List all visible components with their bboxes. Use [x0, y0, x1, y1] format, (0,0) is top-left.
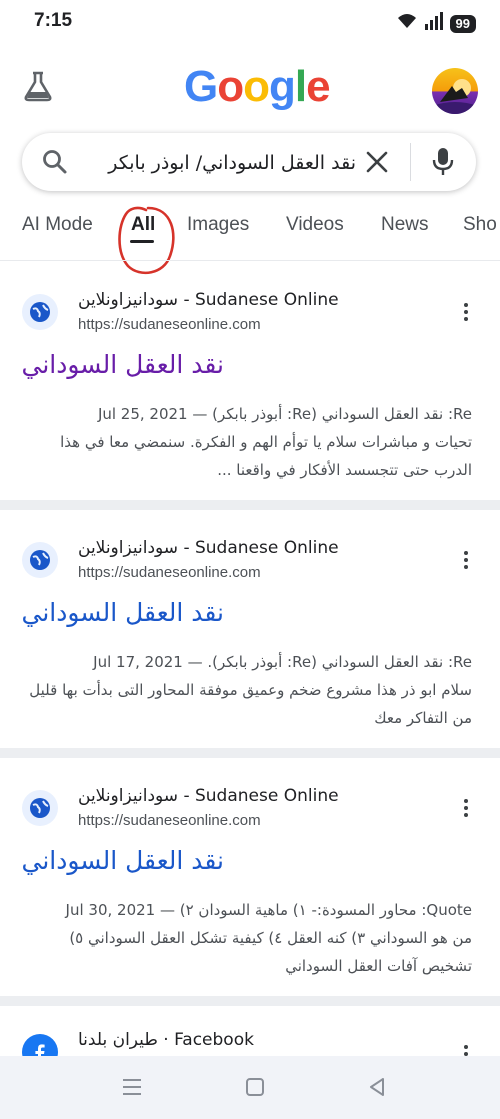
result-snippet: Re: نقد العقل السوداني (Re: أبوذر بابكر)… [22, 400, 472, 484]
search-icon[interactable] [42, 149, 68, 180]
search-result: سودانيزاونلاين - Sudanese Online https:/… [0, 774, 500, 996]
result-title-link[interactable]: نقد العقل السوداني [22, 350, 224, 379]
header: Google [0, 52, 500, 124]
tab-ai-mode[interactable]: AI Mode [22, 214, 93, 236]
google-logo: Google [184, 62, 331, 112]
site-url[interactable]: https://sudaneseonline.com [78, 564, 261, 581]
back-nav-icon[interactable] [366, 1076, 388, 1103]
more-options-icon[interactable] [460, 302, 472, 327]
logo-letter: g [269, 62, 296, 111]
site-name[interactable]: سودانيزاونلاين - Sudanese Online [78, 290, 339, 310]
result-separator [0, 748, 500, 758]
tab-news[interactable]: News [381, 214, 429, 236]
result-snippet: Re: نقد العقل السوداني (Re: أبوذر بابكر)… [22, 648, 472, 732]
menu-nav-icon[interactable] [120, 1076, 144, 1103]
search-result: سودانيزاونلاين - Sudanese Online https:/… [0, 526, 500, 748]
site-name[interactable]: سودانيزاونلاين - Sudanese Online [78, 786, 339, 806]
flask-icon[interactable] [22, 70, 54, 107]
globe-icon [22, 542, 58, 578]
facebook-icon [22, 1034, 58, 1056]
logo-letter: e [306, 62, 331, 111]
result-separator [0, 996, 500, 1006]
logo-letter: l [294, 62, 307, 111]
more-options-icon[interactable] [460, 1044, 472, 1056]
more-options-icon[interactable] [460, 550, 472, 575]
logo-letter: o [217, 62, 244, 111]
wifi-icon [396, 12, 418, 35]
home-nav-icon[interactable] [244, 1076, 266, 1103]
snippet-line-date: Quote: محاور المسودة:- ١) ماهية السودان … [65, 901, 472, 919]
search-divider [410, 143, 411, 181]
search-bar [22, 133, 476, 191]
snippet-text: من هو السوداني ٣) كنه العقل ٤) كيفية تشك… [69, 929, 472, 975]
globe-icon [22, 790, 58, 826]
result-snippet: Quote: محاور المسودة:- ١) ماهية السودان … [22, 896, 472, 980]
status-time: 7:15 [34, 10, 73, 31]
result-title-link[interactable]: نقد العقل السوداني [22, 846, 224, 875]
result-title-link[interactable]: نقد العقل السوداني [22, 598, 224, 627]
site-url[interactable]: https://sudaneseonline.com [78, 812, 261, 829]
snippet-text: سلام ابو ذر هذا مشروع ضخم وعميق موفقة ال… [29, 681, 472, 727]
search-input[interactable] [84, 148, 358, 178]
tab-images[interactable]: Images [187, 214, 249, 236]
status-icons: 99 [396, 12, 476, 35]
site-name[interactable]: طيران بلدنا · Facebook [78, 1030, 254, 1050]
battery-icon: 99 [449, 14, 476, 33]
search-tabs: AI Mode All Images Videos News Sho [0, 204, 500, 256]
globe-icon [22, 294, 58, 330]
site-url[interactable]: https://sudaneseonline.com [78, 316, 261, 333]
snippet-line-date: Re: نقد العقل السوداني (Re: أبوذر بابكر)… [93, 653, 472, 671]
logo-letter: o [243, 62, 270, 111]
result-separator [0, 500, 500, 510]
snippet-text: تحيات و مباشرات سلام يا توأم الهم و الفك… [60, 433, 472, 479]
avatar[interactable] [432, 68, 478, 114]
tab-shopping[interactable]: Sho [463, 214, 497, 236]
site-name[interactable]: سودانيزاونلاين - Sudanese Online [78, 538, 339, 558]
snippet-line-date: Re: نقد العقل السوداني (Re: أبوذر بابكر)… [97, 405, 472, 423]
mic-icon[interactable] [430, 147, 456, 182]
tabs-divider [0, 260, 500, 261]
tab-videos[interactable]: Videos [286, 214, 344, 236]
more-options-icon[interactable] [460, 798, 472, 823]
system-nav-bar [0, 1056, 500, 1119]
logo-letter: G [184, 62, 218, 111]
signal-icon [424, 12, 444, 35]
clear-icon[interactable] [364, 149, 390, 180]
hand-drawn-circle-annotation [118, 206, 175, 275]
search-result: سودانيزاونلاين - Sudanese Online https:/… [0, 278, 500, 500]
search-result: طيران بلدنا · Facebook [0, 1022, 500, 1056]
status-bar: 7:15 99 [0, 0, 500, 44]
